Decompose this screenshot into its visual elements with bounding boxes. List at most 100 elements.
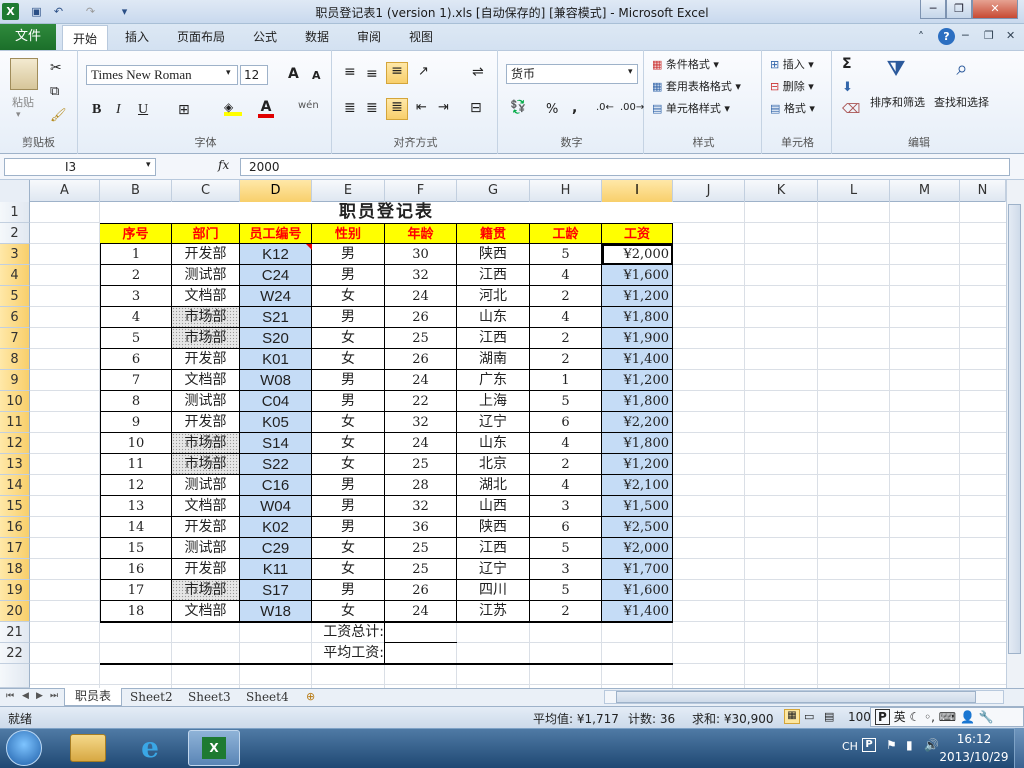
- table-cell[interactable]: 26: [385, 349, 457, 370]
- table-cell[interactable]: 8: [100, 391, 172, 412]
- table-cell[interactable]: 江西: [457, 265, 530, 286]
- table-cell[interactable]: 北京: [457, 454, 530, 475]
- table-cell[interactable]: S20: [240, 328, 312, 349]
- italic-button[interactable]: I: [116, 102, 121, 118]
- table-cell[interactable]: 开发部: [172, 517, 240, 538]
- copy-icon[interactable]: ⧉: [50, 84, 59, 99]
- column-header-l[interactable]: L: [818, 180, 890, 202]
- autosum-button[interactable]: Σ: [842, 56, 852, 72]
- ime-moon-icon[interactable]: ☾: [909, 710, 920, 724]
- font-size-select[interactable]: 12: [240, 65, 268, 85]
- font-name-dropdown-icon[interactable]: ▾: [226, 68, 231, 78]
- table-cell[interactable]: 10: [100, 433, 172, 454]
- table-cell[interactable]: 男: [312, 244, 385, 265]
- table-cell[interactable]: S14: [240, 433, 312, 454]
- table-cell[interactable]: W04: [240, 496, 312, 517]
- column-header-c[interactable]: C: [172, 180, 240, 202]
- column-header-f[interactable]: F: [385, 180, 457, 202]
- table-cell[interactable]: 男: [312, 391, 385, 412]
- header-cell[interactable]: 性别: [312, 223, 385, 244]
- header-cell[interactable]: 工资: [602, 223, 673, 244]
- column-header-a[interactable]: A: [30, 180, 100, 202]
- table-cell[interactable]: 测试部: [172, 265, 240, 286]
- table-cell[interactable]: 2: [530, 349, 602, 370]
- table-cell[interactable]: 28: [385, 475, 457, 496]
- format-cells-button[interactable]: ▤ 格式 ▾: [770, 100, 815, 116]
- table-cell[interactable]: 河北: [457, 286, 530, 307]
- table-cell[interactable]: 12: [100, 475, 172, 496]
- table-cell[interactable]: 上海: [457, 391, 530, 412]
- row-header-22[interactable]: 22: [0, 643, 30, 664]
- table-cell[interactable]: 6: [530, 412, 602, 433]
- table-cell[interactable]: 36: [385, 517, 457, 538]
- font-grow-icon[interactable]: A: [288, 66, 299, 82]
- table-cell[interactable]: K12: [240, 244, 312, 265]
- table-cell[interactable]: 17: [100, 580, 172, 601]
- row-header-12[interactable]: 12: [0, 433, 30, 454]
- explorer-taskbar-icon[interactable]: [70, 734, 106, 762]
- table-cell[interactable]: 女: [312, 538, 385, 559]
- font-color-icon[interactable]: A: [258, 100, 274, 118]
- table-cell[interactable]: 4: [530, 307, 602, 328]
- paste-dropdown-icon[interactable]: ▾: [16, 110, 21, 120]
- table-cell[interactable]: 男: [312, 265, 385, 286]
- tray-clock-time[interactable]: 16:12: [954, 732, 994, 746]
- column-header-m[interactable]: M: [890, 180, 960, 202]
- formula-input[interactable]: 2000: [240, 158, 1010, 176]
- format-painter-icon[interactable]: 🖌: [50, 108, 67, 123]
- decrease-decimal-icon[interactable]: .00→: [620, 102, 644, 113]
- table-cell[interactable]: 男: [312, 580, 385, 601]
- table-cell[interactable]: 开发部: [172, 559, 240, 580]
- fill-icon[interactable]: ⬇: [842, 80, 853, 95]
- row-header-19[interactable]: 19: [0, 580, 30, 601]
- sheet-nav-first-icon[interactable]: ⏮: [6, 691, 14, 701]
- format-as-table-button[interactable]: ▦ 套用表格格式 ▾: [652, 78, 741, 94]
- table-cell[interactable]: ¥1,600: [602, 580, 673, 601]
- row-header-14[interactable]: 14: [0, 475, 30, 496]
- cut-icon[interactable]: ✂: [50, 60, 62, 76]
- decrease-indent-icon[interactable]: ⇤: [416, 100, 427, 115]
- table-cell[interactable]: S17: [240, 580, 312, 601]
- font-shrink-icon[interactable]: A: [312, 69, 321, 82]
- table-cell[interactable]: 男: [312, 517, 385, 538]
- table-cell[interactable]: C04: [240, 391, 312, 412]
- ime-punct-icon[interactable]: ◦,: [924, 710, 935, 724]
- column-header-d[interactable]: D: [240, 180, 312, 202]
- excel-taskbar-button[interactable]: X: [188, 730, 240, 766]
- table-cell[interactable]: 1: [530, 370, 602, 391]
- table-cell[interactable]: ¥1,200: [602, 370, 673, 391]
- table-cell[interactable]: 女: [312, 433, 385, 454]
- ime-tools-icon[interactable]: 🔧: [979, 710, 994, 724]
- tray-ime-icon[interactable]: P: [862, 738, 876, 752]
- sheet-nav-prev-icon[interactable]: ◀: [22, 691, 29, 701]
- table-cell[interactable]: 女: [312, 559, 385, 580]
- table-cell[interactable]: ¥1,400: [602, 601, 673, 622]
- table-cell[interactable]: 男: [312, 370, 385, 391]
- page-break-view-icon[interactable]: ▤: [824, 710, 834, 723]
- row-header-13[interactable]: 13: [0, 454, 30, 475]
- column-header-b[interactable]: B: [100, 180, 172, 202]
- table-cell[interactable]: 11: [100, 454, 172, 475]
- table-cell[interactable]: 18: [100, 601, 172, 622]
- row-header-16[interactable]: 16: [0, 517, 30, 538]
- header-cell[interactable]: 籍贯: [457, 223, 530, 244]
- ime-user-icon[interactable]: 👤: [960, 710, 975, 724]
- table-cell[interactable]: 开发部: [172, 349, 240, 370]
- table-cell[interactable]: 2: [530, 601, 602, 622]
- table-cell[interactable]: 7: [100, 370, 172, 391]
- table-cell[interactable]: 5: [530, 391, 602, 412]
- sort-filter-button[interactable]: 排序和筛选: [870, 94, 925, 110]
- table-cell[interactable]: 24: [385, 370, 457, 391]
- column-header-i[interactable]: I: [602, 180, 673, 202]
- borders-icon[interactable]: ⊞: [178, 102, 190, 118]
- workbook-minimize-icon[interactable]: ─: [962, 29, 969, 42]
- delete-cells-button[interactable]: ⊟ 删除 ▾: [770, 78, 814, 94]
- table-cell[interactable]: 市场部: [172, 433, 240, 454]
- ribbon-collapse-icon[interactable]: ˄: [918, 30, 924, 44]
- table-cell[interactable]: 2: [100, 265, 172, 286]
- table-cell[interactable]: 26: [385, 580, 457, 601]
- cell-styles-button[interactable]: ▤ 单元格样式 ▾: [652, 100, 730, 116]
- tab-page-layout[interactable]: 页面布局: [170, 24, 232, 50]
- align-center-icon[interactable]: ≣: [366, 100, 378, 116]
- table-cell[interactable]: C24: [240, 265, 312, 286]
